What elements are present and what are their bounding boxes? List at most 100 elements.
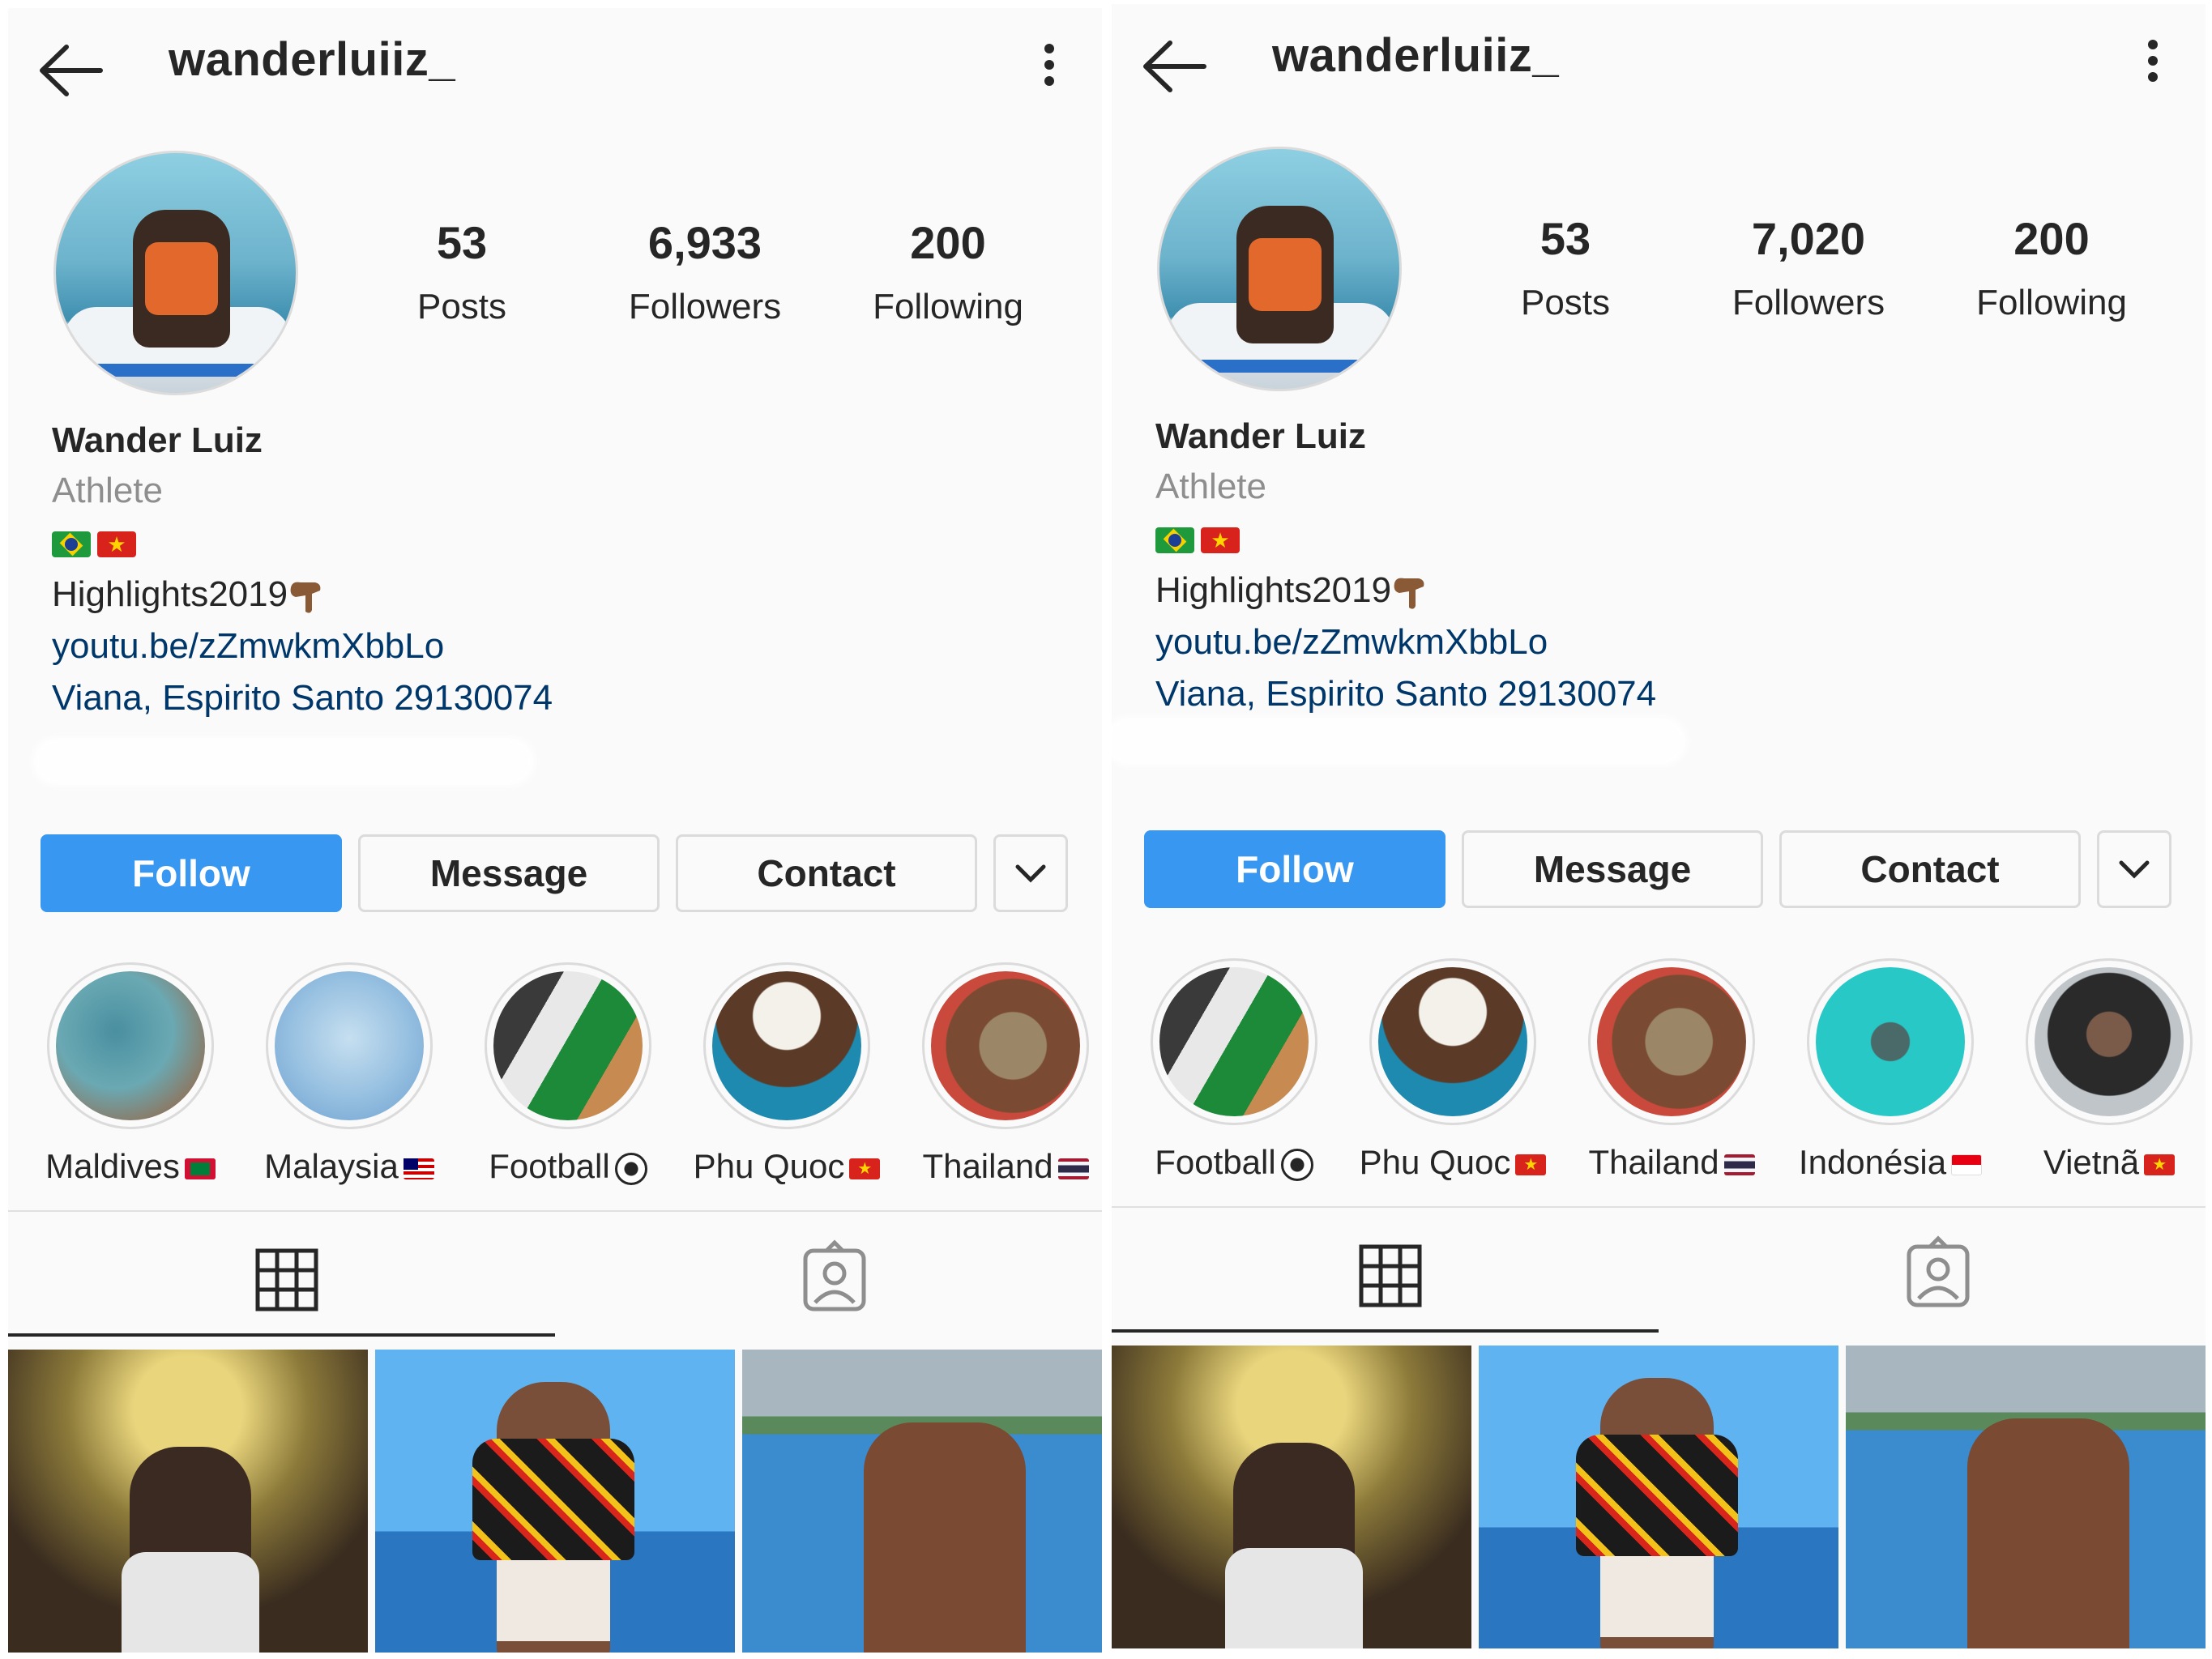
bio-flags: ★ bbox=[52, 525, 143, 561]
highlight-cover-image bbox=[56, 971, 205, 1120]
followers-stat[interactable]: 7,020 Followers bbox=[1703, 216, 1914, 323]
profile-panel-right: wanderluiiz_ 53 Posts 7,020 Followers 20… bbox=[1112, 4, 2206, 1648]
bio-highlights-text: Highlights2019 bbox=[1155, 570, 1392, 610]
highlight-label: Maldives bbox=[45, 1147, 180, 1185]
highlight-cover-image bbox=[1159, 967, 1309, 1116]
highlight-label: Malaysia bbox=[264, 1147, 399, 1185]
tagged-icon[interactable] bbox=[1890, 1227, 1987, 1324]
bio-highlights-line: Highlights2019 bbox=[52, 577, 325, 615]
highlight-football[interactable]: Football bbox=[1125, 958, 1343, 1182]
post-thumbnail[interactable] bbox=[742, 1350, 1102, 1653]
tagged-icon[interactable] bbox=[786, 1231, 883, 1328]
highlight-maldives[interactable]: Maldives bbox=[21, 962, 240, 1186]
tabs-divider bbox=[1112, 1206, 2206, 1208]
bio-highlights-text: Highlights2019 bbox=[52, 574, 288, 614]
bio-flags: ★ bbox=[1155, 521, 1246, 557]
grid-icon[interactable] bbox=[1342, 1227, 1439, 1324]
thailand-flag-icon bbox=[1723, 1154, 1755, 1175]
highlight-malaysia[interactable]: Malaysia bbox=[240, 962, 459, 1186]
following-stat[interactable]: 200 Following bbox=[1946, 216, 2157, 323]
highlight-cover-image bbox=[1378, 967, 1527, 1116]
pointing-down-emoji-icon bbox=[1394, 578, 1424, 609]
follow-button[interactable]: Follow bbox=[41, 834, 342, 912]
bio-link[interactable]: youtu.be/zZmwkmXbbLo bbox=[1155, 625, 1548, 660]
bio-address[interactable]: Viana, Espirito Santo 29130074 bbox=[52, 680, 553, 716]
highlight-vietnam[interactable]: Vietnã ★ bbox=[2000, 958, 2206, 1182]
thailand-flag-icon bbox=[1057, 1158, 1089, 1179]
maldives-flag-icon bbox=[184, 1158, 216, 1179]
following-count: 200 bbox=[910, 217, 986, 268]
bio-address[interactable]: Viana, Espirito Santo 29130074 bbox=[1155, 676, 1656, 712]
more-options-icon[interactable] bbox=[2141, 35, 2165, 95]
post-thumbnail[interactable] bbox=[1846, 1346, 2206, 1648]
bio-link[interactable]: youtu.be/zZmwkmXbbLo bbox=[52, 629, 444, 664]
indonesia-flag-icon bbox=[1951, 1154, 1983, 1175]
followers-label: Followers bbox=[1732, 283, 1885, 322]
soccer-ball-icon bbox=[1280, 1148, 1313, 1181]
profile-category: Athlete bbox=[1155, 467, 1266, 506]
highlight-cover-image bbox=[712, 971, 861, 1120]
avatar[interactable] bbox=[53, 151, 298, 395]
highlight-indonesia[interactable]: Indonésia bbox=[1781, 958, 2000, 1182]
highlight-label: Phu Quoc bbox=[693, 1147, 845, 1185]
highlight-cover-image bbox=[2035, 967, 2184, 1116]
follow-button[interactable]: Follow bbox=[1144, 830, 1445, 908]
chevron-down-icon bbox=[2119, 860, 2150, 879]
highlight-label: Vietnã bbox=[2043, 1143, 2140, 1181]
highlight-phu-quoc[interactable]: Phu Quoc ★ bbox=[1343, 958, 1562, 1182]
highlight-label: Indonésia bbox=[1798, 1143, 1947, 1181]
back-arrow-icon[interactable] bbox=[1139, 36, 1209, 96]
profile-full-name: Wander Luiz bbox=[1155, 416, 1366, 456]
tabs-divider bbox=[8, 1210, 1102, 1212]
profile-username: wanderluiiz_ bbox=[1272, 29, 1560, 82]
profile-panel-left: wanderluiiz_ 53 Posts 6,933 Followers 20… bbox=[8, 8, 1102, 1653]
highlight-label: Football bbox=[489, 1147, 610, 1185]
followers-count: 7,020 bbox=[1751, 213, 1866, 264]
posts-stat[interactable]: 53 Posts bbox=[357, 220, 567, 327]
back-arrow-icon[interactable] bbox=[36, 41, 105, 100]
message-button[interactable]: Message bbox=[358, 834, 660, 912]
contact-button[interactable]: Contact bbox=[1779, 830, 2081, 908]
posts-label: Posts bbox=[1520, 283, 1611, 322]
highlight-cover-image bbox=[1816, 967, 1965, 1116]
following-label: Following bbox=[1976, 283, 2127, 322]
suggested-dropdown-button[interactable] bbox=[2097, 830, 2171, 908]
highlight-cover-image bbox=[275, 971, 424, 1120]
profile-full-name: Wander Luiz bbox=[52, 420, 263, 460]
grid-icon[interactable] bbox=[238, 1231, 335, 1328]
more-options-icon[interactable] bbox=[1037, 39, 1061, 99]
vietnam-flag-icon: ★ bbox=[2144, 1154, 2176, 1175]
post-thumbnail[interactable] bbox=[8, 1350, 368, 1653]
malaysia-flag-icon bbox=[403, 1158, 434, 1179]
chevron-down-icon bbox=[1015, 864, 1046, 883]
posts-stat[interactable]: 53 Posts bbox=[1460, 216, 1671, 323]
pointing-down-emoji-icon bbox=[290, 582, 321, 613]
message-button[interactable]: Message bbox=[1462, 830, 1763, 908]
followers-stat[interactable]: 6,933 Followers bbox=[600, 220, 810, 327]
posts-count: 53 bbox=[436, 217, 488, 268]
highlight-thailand[interactable]: Thailand bbox=[896, 962, 1102, 1186]
highlight-cover-image bbox=[1597, 967, 1746, 1116]
highlight-label: Football bbox=[1155, 1143, 1276, 1181]
post-thumbnail[interactable] bbox=[1479, 1346, 1838, 1648]
post-thumbnail[interactable] bbox=[1112, 1346, 1471, 1648]
active-tab-indicator bbox=[8, 1333, 555, 1337]
posts-label: Posts bbox=[416, 287, 507, 326]
highlight-phu-quoc[interactable]: Phu Quoc ★ bbox=[677, 962, 896, 1186]
bio-highlights-line: Highlights2019 bbox=[1155, 573, 1428, 611]
profile-username: wanderluiiz_ bbox=[169, 33, 456, 86]
soccer-ball-icon bbox=[614, 1152, 647, 1185]
highlight-football[interactable]: Football bbox=[459, 962, 677, 1186]
active-tab-indicator bbox=[1112, 1329, 1659, 1333]
highlight-label: Thailand bbox=[1588, 1143, 1719, 1181]
contact-button[interactable]: Contact bbox=[676, 834, 977, 912]
following-stat[interactable]: 200 Following bbox=[843, 220, 1053, 327]
highlight-thailand[interactable]: Thailand bbox=[1562, 958, 1781, 1182]
post-thumbnail[interactable] bbox=[375, 1350, 735, 1653]
highlight-cover-image bbox=[931, 971, 1080, 1120]
followers-label: Followers bbox=[628, 287, 782, 326]
highlight-label: Phu Quoc bbox=[1359, 1143, 1511, 1181]
avatar[interactable] bbox=[1157, 147, 1402, 391]
vietnam-flag-icon: ★ bbox=[1515, 1154, 1547, 1175]
suggested-dropdown-button[interactable] bbox=[993, 834, 1068, 912]
